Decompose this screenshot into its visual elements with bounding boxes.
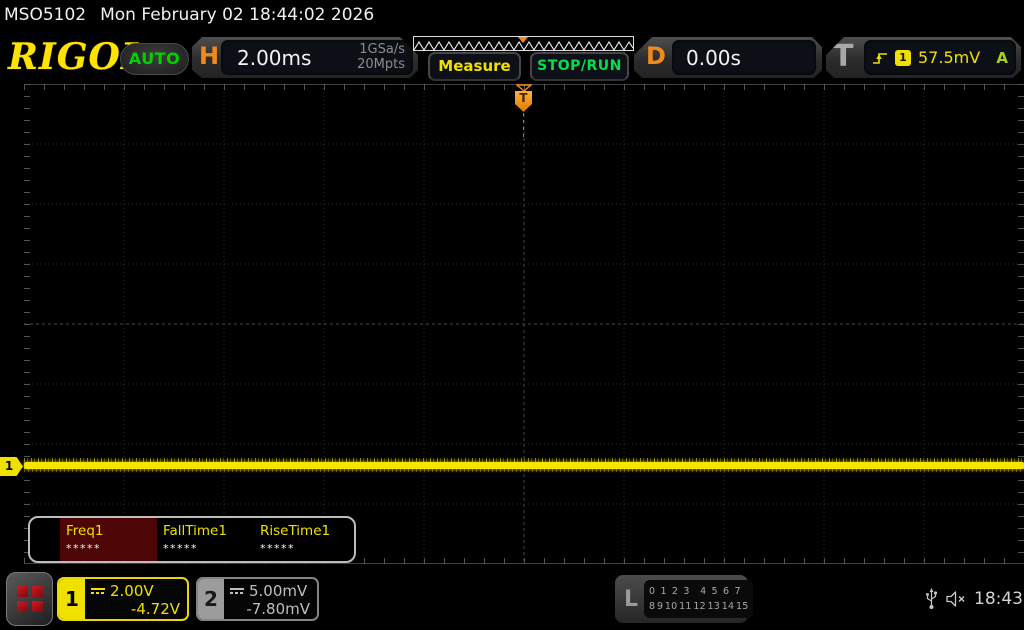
red-square-icon — [31, 601, 43, 612]
delay-value: 0.00s — [686, 45, 741, 70]
trigger-position-caret-icon — [516, 84, 532, 92]
measurement-label: RiseTime1 — [260, 523, 331, 539]
dc-coupling-icon — [91, 588, 105, 594]
channel1-number-tab[interactable]: 1 — [59, 579, 85, 619]
horizontal-timebase-control[interactable]: H 2.00ms 1GSa/s 20Mpts — [192, 37, 418, 78]
horizontal-label: H — [199, 42, 220, 70]
channel2-settings: 5.00mV -7.80mV — [224, 579, 317, 619]
channel1-level-marker[interactable]: 1 — [0, 457, 23, 476]
timebase-inset: 2.00ms 1GSa/s 20Mpts — [221, 40, 413, 75]
channel1-status-block[interactable]: 1 2.00V -4.72V — [57, 577, 189, 621]
timebase-value: 2.00ms — [237, 45, 312, 70]
channel2-offset: -7.80mV — [246, 600, 310, 618]
sample-rate: 1GSa/s — [359, 42, 405, 58]
trigger-level-value: 57.5mV — [918, 48, 981, 67]
acquisition-info: 1GSa/s 20Mpts — [357, 43, 413, 71]
delay-label: D — [646, 42, 666, 70]
trigger-inset: 1 57.5mV A — [864, 40, 1016, 75]
overview-trigger-position-icon[interactable] — [518, 37, 528, 43]
delay-control[interactable]: D 0.00s — [634, 37, 822, 78]
oscilloscope-screen: MSO5102 Mon February 02 18:44:02 2026 RIG… — [0, 0, 1024, 630]
channel1-settings: 2.00V -4.72V — [85, 579, 187, 619]
datetime-text: Mon February 02 18:44:02 2026 — [100, 5, 375, 25]
trigger-sweep-mode: A — [996, 48, 1008, 67]
measurement-value: ***** — [66, 542, 101, 555]
graticule — [24, 84, 1024, 564]
channel1-scale: 2.00V — [110, 582, 154, 600]
trigger-position-dashed-line — [523, 113, 524, 137]
measurement-value: ***** — [163, 542, 198, 555]
measurement-value: ***** — [260, 542, 295, 555]
trigger-control[interactable]: T 1 57.5mV A — [826, 37, 1021, 78]
channel1-waveform-trace — [24, 458, 1024, 472]
model-name: MSO5102 — [4, 5, 87, 25]
measurement-label: Freq1 — [66, 523, 104, 539]
rising-edge-icon — [873, 52, 887, 64]
channel2-scale: 5.00mV — [249, 582, 308, 600]
logic-channel-list: 0 1 2 3 4 5 6 7 8 9 10 11 12 13 14 15 — [644, 580, 754, 618]
measurement-item-risetime1[interactable]: RiseTime1 ***** — [254, 518, 351, 561]
logic-analyzer-block[interactable]: L 0 1 2 3 4 5 6 7 8 9 10 11 12 13 14 15 — [615, 575, 754, 623]
dc-coupling-icon — [230, 588, 244, 594]
logic-channels-row1: 0 1 2 3 4 5 6 7 — [649, 586, 741, 597]
logic-channels-row2: 8 9 10 11 12 13 14 15 — [649, 601, 749, 612]
logic-label: L — [623, 586, 639, 612]
trigger-source-badge: 1 — [895, 49, 911, 66]
channel2-status-block[interactable]: 2 5.00mV -7.80mV — [196, 577, 319, 621]
red-square-icon — [16, 586, 28, 597]
channel1-offset: -4.72V — [130, 600, 180, 618]
trigger-status-badge: AUTO — [120, 43, 189, 75]
measure-button[interactable]: Measure — [428, 52, 521, 81]
usb-icon — [926, 588, 938, 609]
measurement-item-falltime1[interactable]: FallTime1 ***** — [157, 518, 254, 561]
measurement-label: FallTime1 — [163, 523, 227, 539]
measurement-item-freq1[interactable]: Freq1 ***** — [60, 518, 157, 561]
trigger-label: T — [833, 39, 854, 74]
red-square-icon — [16, 601, 28, 612]
function-navigator-button[interactable] — [6, 572, 53, 626]
delay-inset: 0.00s — [672, 40, 816, 75]
titlebar: MSO5102 Mon February 02 18:44:02 2026 — [4, 5, 374, 25]
memory-depth: 20Mpts — [357, 56, 405, 72]
sound-muted-icon — [946, 591, 965, 607]
stop-run-button[interactable]: STOP/RUN — [530, 52, 629, 81]
measurement-panel: Freq1 ***** FallTime1 ***** RiseTime1 **… — [28, 516, 356, 563]
red-square-icon — [31, 586, 43, 597]
grid-lines — [24, 84, 1024, 564]
channel2-number-tab[interactable]: 2 — [198, 579, 224, 619]
clock: 18:43 — [974, 589, 1023, 609]
